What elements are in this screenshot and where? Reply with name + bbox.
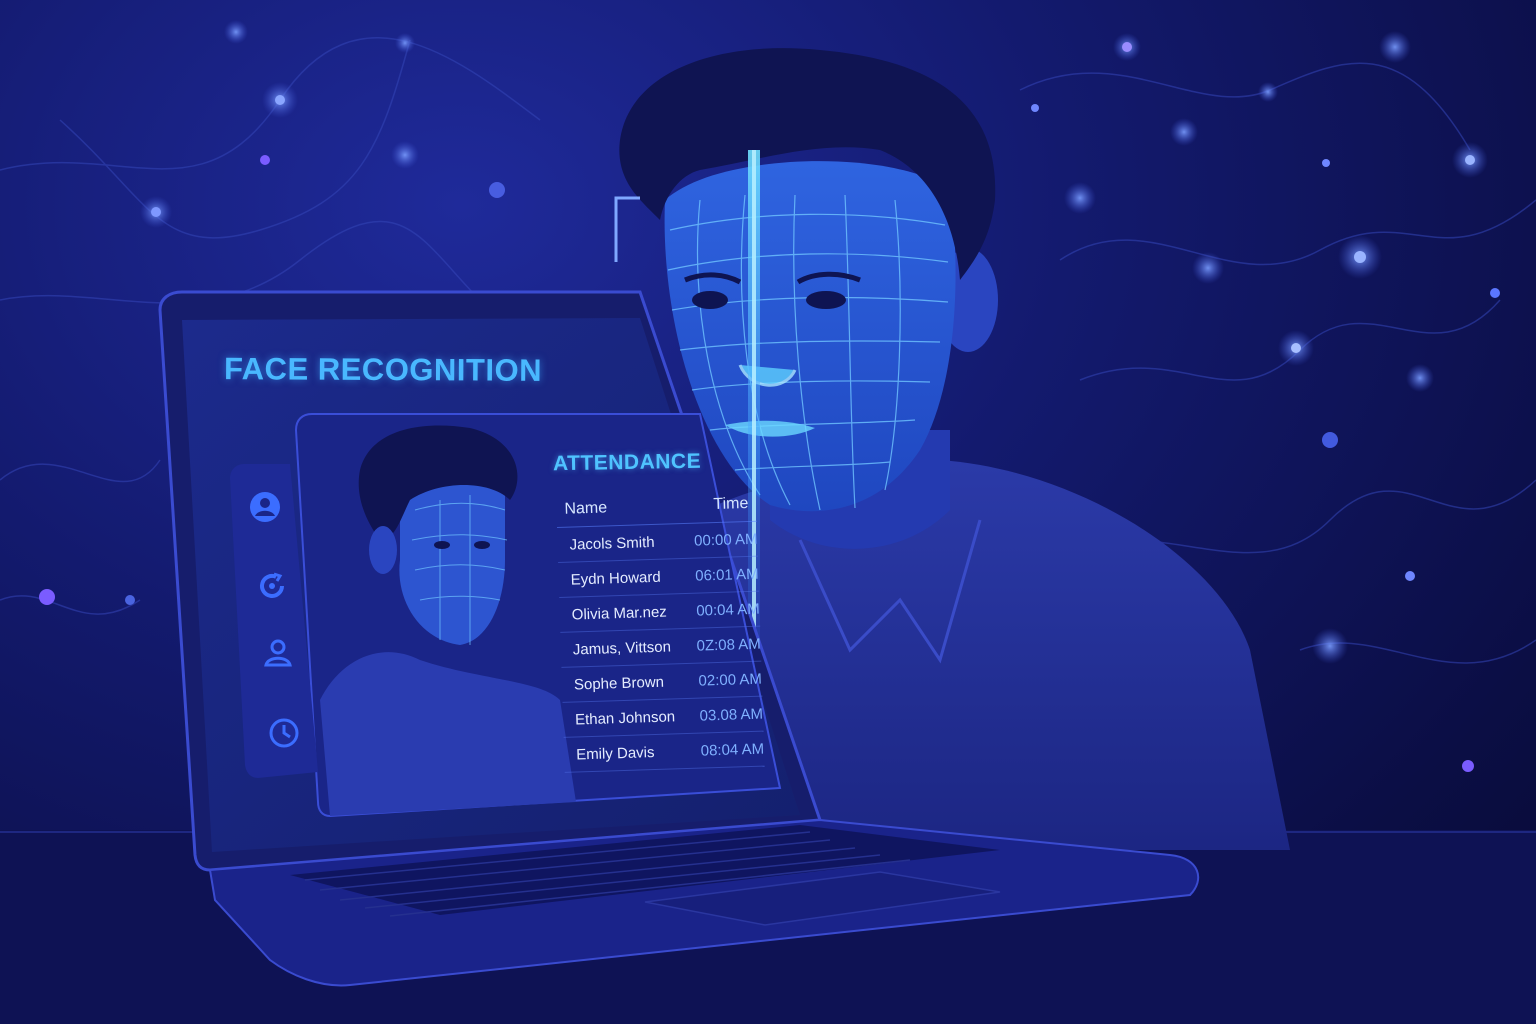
row-time: 08:04 AM bbox=[700, 740, 765, 760]
row-time: 06:01 AM bbox=[694, 565, 759, 585]
row-time: 02:00 AM bbox=[698, 670, 763, 690]
row-name: Sophe Brown bbox=[573, 673, 665, 694]
row-time: 00:00 AM bbox=[693, 530, 758, 550]
table-row: Emily Davis 08:04 AM bbox=[563, 731, 765, 773]
user-nav-button[interactable] bbox=[258, 634, 298, 674]
scene: FACE RECOGNITION ATTENDANCE Name Time Ja… bbox=[0, 0, 1536, 1024]
user-icon bbox=[264, 639, 292, 667]
user-circle-icon bbox=[250, 492, 280, 522]
refresh-nav-button[interactable] bbox=[252, 566, 292, 606]
name-column-header: Name bbox=[564, 499, 608, 518]
time-column-header: Time bbox=[713, 494, 749, 514]
attendance-table: Name Time Jacols Smith 00:00 AM Eydn How… bbox=[556, 488, 765, 773]
row-time: 0Z:08 AM bbox=[696, 635, 762, 655]
row-name: Jacols Smith bbox=[569, 533, 655, 554]
row-name: Olivia Mar.nez bbox=[571, 603, 668, 624]
row-name: Eydn Howard bbox=[570, 568, 661, 589]
row-name: Jamus, Vittson bbox=[572, 638, 672, 659]
row-name: Ethan Johnson bbox=[574, 708, 676, 729]
refresh-icon bbox=[260, 572, 284, 598]
profile-nav-button[interactable] bbox=[245, 487, 285, 527]
row-name: Emily Davis bbox=[575, 744, 655, 764]
attendance-title: ATTENDANCE bbox=[552, 449, 702, 476]
row-time: 00:04 AM bbox=[696, 600, 760, 620]
history-nav-button[interactable] bbox=[264, 713, 304, 753]
background-illustration bbox=[0, 20, 1536, 1024]
clock-icon bbox=[269, 718, 299, 748]
app-title: FACE RECOGNITION bbox=[223, 351, 543, 388]
row-time: 03.08 AM bbox=[699, 705, 764, 725]
